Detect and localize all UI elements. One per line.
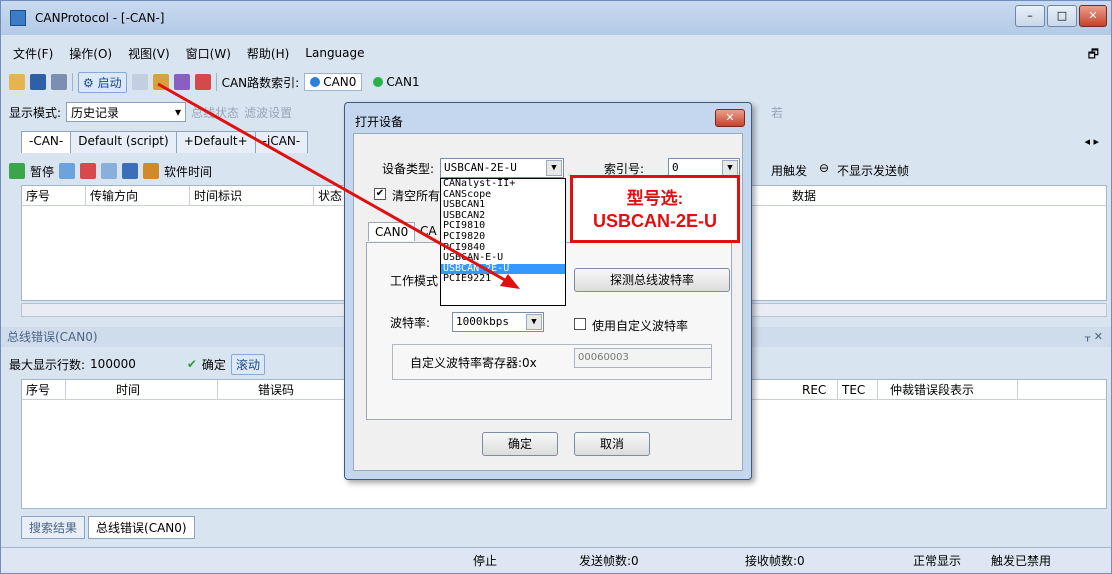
annotation-arrow-icon: [157, 82, 520, 289]
